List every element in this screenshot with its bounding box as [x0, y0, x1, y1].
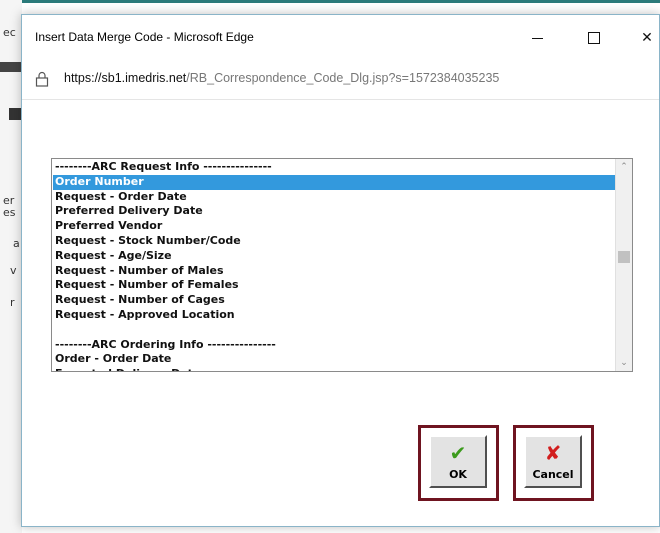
cancel-button-frame: ✘ Cancel: [513, 425, 594, 501]
ok-button[interactable]: ✔ OK: [429, 435, 487, 488]
background-text: es: [3, 206, 16, 219]
ok-button-label: OK: [449, 468, 467, 481]
list-item[interactable]: Request - Age/Size: [53, 249, 616, 264]
listbox-items: --------ARC Request Info ---------------…: [53, 160, 616, 371]
cancel-button[interactable]: ✘ Cancel: [524, 435, 582, 488]
url-host: https://sb1.imedris.net: [64, 71, 187, 85]
scroll-down-icon[interactable]: ⌄: [616, 355, 632, 371]
list-item[interactable]: Request - Stock Number/Code: [53, 234, 616, 249]
background-bar: [0, 62, 22, 72]
window-title: Insert Data Merge Code - Microsoft Edge: [35, 30, 254, 44]
background-icon: [9, 108, 21, 120]
merge-code-listbox[interactable]: --------ARC Request Info ---------------…: [51, 158, 633, 372]
cancel-x-icon: ✘: [544, 441, 562, 465]
background-text: v: [10, 264, 17, 277]
lock-icon: [35, 71, 49, 87]
list-section-header[interactable]: --------ARC Ordering Info --------------…: [53, 338, 616, 353]
close-icon: ✕: [641, 30, 653, 46]
address-bar[interactable]: https://sb1.imedris.net/RB_Correspondenc…: [22, 59, 659, 100]
list-item[interactable]: Request - Number of Cages: [53, 293, 616, 308]
scroll-up-icon[interactable]: ⌃: [616, 159, 632, 175]
ok-button-frame: ✔ OK: [418, 425, 499, 501]
list-item[interactable]: Expected Delivery Date: [53, 367, 616, 371]
scroll-thumb[interactable]: [618, 250, 630, 263]
title-bar[interactable]: Insert Data Merge Code - Microsoft Edge …: [22, 15, 659, 59]
minimize-button[interactable]: [515, 23, 559, 53]
url-path: /RB_Correspondence_Code_Dlg.jsp?s=157238…: [186, 71, 500, 85]
list-item[interactable]: Request - Number of Males: [53, 264, 616, 279]
background-text: r: [10, 296, 15, 309]
maximize-icon: [588, 32, 600, 44]
list-section-header[interactable]: --------ARC Request Info ---------------: [53, 160, 616, 175]
close-button[interactable]: ✕: [625, 23, 660, 53]
list-item[interactable]: Request - Approved Location: [53, 308, 616, 323]
list-item[interactable]: Order Number: [53, 174, 616, 190]
background-text: a: [13, 237, 20, 250]
checkmark-icon: ✔: [449, 441, 467, 465]
dialog-window: Insert Data Merge Code - Microsoft Edge …: [21, 14, 660, 527]
list-item[interactable]: Request - Order Date: [53, 190, 616, 205]
listbox-scrollbar[interactable]: ⌃ ⌄: [615, 159, 632, 371]
cancel-button-label: Cancel: [532, 468, 574, 481]
list-item[interactable]: Preferred Vendor: [53, 219, 616, 234]
maximize-button[interactable]: [572, 23, 616, 53]
background-app: ec er es a v r: [0, 0, 22, 533]
background-text: ec: [3, 26, 16, 39]
address-url[interactable]: https://sb1.imedris.net/RB_Correspondenc…: [64, 71, 499, 85]
background-accent-line: [0, 0, 660, 3]
list-item[interactable]: Preferred Delivery Date: [53, 204, 616, 219]
list-item[interactable]: Order - Order Date: [53, 352, 616, 367]
minimize-icon: [531, 37, 543, 39]
list-item[interactable]: Request - Number of Females: [53, 278, 616, 293]
